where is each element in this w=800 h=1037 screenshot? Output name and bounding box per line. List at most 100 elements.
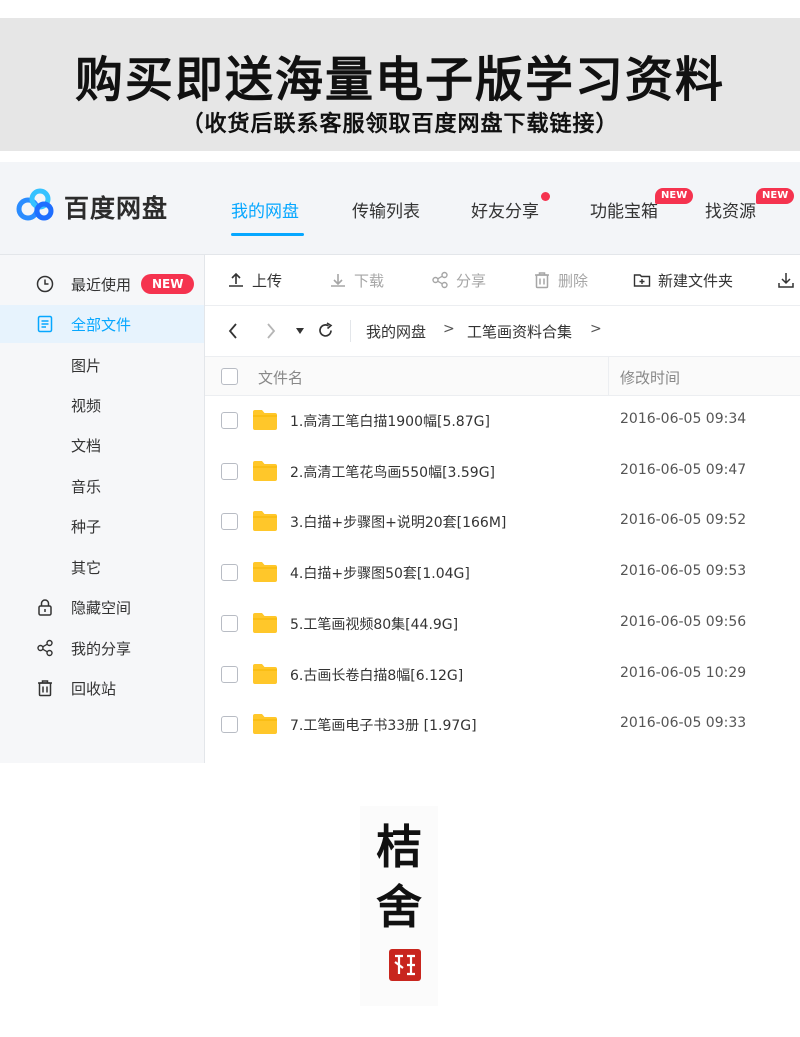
folder-icon xyxy=(253,663,277,684)
forward-arrow-icon[interactable] xyxy=(265,322,277,340)
lock-icon xyxy=(38,599,52,616)
file-modified-time: 2016-06-05 09:47 xyxy=(620,461,747,478)
sidebar-item-label: 文档 xyxy=(71,437,102,455)
select-all-checkbox[interactable] xyxy=(221,368,238,385)
back-arrow-icon[interactable] xyxy=(227,322,239,340)
sidebar-item-label: 我的分享 xyxy=(71,640,132,658)
column-header-modified[interactable]: 修改时间 xyxy=(620,367,680,388)
folder-icon xyxy=(253,612,277,633)
sidebar: 最近使用 NEW 全部文件 图片 视频 文档 音乐 种子 其它 隐藏空间 我的分… xyxy=(0,255,205,763)
file-name: 2.高清工笔花鸟画550幅[3.59G] xyxy=(290,464,496,481)
active-tab-indicator xyxy=(231,233,304,236)
promo-title: 购买即送海量电子版学习资料 xyxy=(74,52,725,108)
upload-label: 上传 xyxy=(252,272,283,290)
sidebar-item-label: 音乐 xyxy=(71,478,102,496)
sidebar-item-hidden-space[interactable]: 隐藏空间 xyxy=(0,588,204,626)
tab-friend-share[interactable]: 好友分享 xyxy=(471,197,539,222)
app-header: 百度网盘 我的网盘 传输列表 好友分享 功能宝箱 NEW 找资源 NEW xyxy=(0,162,800,255)
chevron-down-icon[interactable] xyxy=(295,327,305,335)
path-divider xyxy=(350,320,351,342)
seal-character: 舍 xyxy=(376,880,422,934)
share-label: 分享 xyxy=(456,272,487,290)
tab-find-resources[interactable]: 找资源 xyxy=(705,197,756,222)
breadcrumb-root[interactable]: 我的网盘 xyxy=(366,321,426,342)
sidebar-item-videos[interactable]: 视频 xyxy=(0,386,204,424)
table-row[interactable]: 7.工笔画电子书33册 [1.97G] 2016-06-05 09:33 xyxy=(205,699,800,749)
download-icon xyxy=(778,273,794,288)
row-checkbox[interactable] xyxy=(221,614,238,632)
seal-character: 桔 xyxy=(376,820,422,874)
sidebar-item-label: 回收站 xyxy=(71,680,117,698)
file-modified-time: 2016-06-05 09:52 xyxy=(620,512,747,529)
clock-icon xyxy=(36,275,54,293)
folder-icon xyxy=(253,460,277,481)
trash-icon xyxy=(38,680,52,697)
tab-toolbox[interactable]: 功能宝箱 xyxy=(590,197,658,222)
tab-transfer-list[interactable]: 传输列表 xyxy=(352,197,420,222)
breadcrumb-current[interactable]: 工笔画资料合集 xyxy=(467,321,572,342)
document-icon xyxy=(37,315,53,333)
share-icon xyxy=(432,271,448,289)
sidebar-item-my-share[interactable]: 我的分享 xyxy=(0,629,204,667)
sidebar-item-torrents[interactable]: 种子 xyxy=(0,507,204,545)
folder-icon xyxy=(253,511,277,532)
sidebar-item-label: 最近使用 xyxy=(71,276,132,294)
red-stamp-icon xyxy=(389,949,421,981)
sidebar-item-others[interactable]: 其它 xyxy=(0,548,204,586)
sidebar-item-recent[interactable]: 最近使用 NEW xyxy=(0,265,204,303)
table-row[interactable]: 3.白描+步骤图+说明20套[166M] 2016-06-05 09:52 xyxy=(205,496,800,546)
file-modified-time: 2016-06-05 10:29 xyxy=(620,664,747,681)
download-label: 下载 xyxy=(354,272,385,290)
table-row[interactable]: 5.工笔画视频80集[44.9G] 2016-06-05 09:56 xyxy=(205,598,800,648)
path-bar: 我的网盘 > 工笔画资料合集 > xyxy=(205,306,800,356)
baidu-netdisk-logo-icon xyxy=(16,188,54,221)
row-checkbox[interactable] xyxy=(221,564,238,582)
table-row[interactable]: 6.古画长卷白描8幅[6.12G] 2016-06-05 10:29 xyxy=(205,649,800,699)
row-checkbox[interactable] xyxy=(221,716,238,734)
sidebar-item-label: 隐藏空间 xyxy=(71,599,132,617)
column-divider xyxy=(608,357,609,395)
table-row[interactable]: 2.高清工笔花鸟画550幅[3.59G] 2016-06-05 09:47 xyxy=(205,446,800,496)
file-modified-time: 2016-06-05 09:56 xyxy=(620,613,747,630)
sidebar-item-label: 图片 xyxy=(71,357,102,375)
sidebar-item-recycle-bin[interactable]: 回收站 xyxy=(0,669,204,707)
file-name: 3.白描+步骤图+说明20套[166M] xyxy=(290,515,507,532)
sidebar-item-label: 其它 xyxy=(71,559,102,577)
sidebar-item-label: 全部文件 xyxy=(71,316,132,334)
promo-banner: 购买即送海量电子版学习资料 （收货后联系客服领取百度网盘下载链接） xyxy=(0,18,800,151)
row-checkbox[interactable] xyxy=(221,412,238,429)
table-row[interactable]: 4.白描+步骤图50套[1.04G] 2016-06-05 09:53 xyxy=(205,547,800,597)
file-toolbar: 上传 下载 分享 删除 新建文件夹 xyxy=(205,255,800,306)
file-name: 5.工笔画视频80集[44.9G] xyxy=(290,616,459,633)
row-checkbox[interactable] xyxy=(221,462,238,480)
sidebar-item-all-files[interactable]: 全部文件 xyxy=(0,305,204,343)
file-modified-time: 2016-06-05 09:33 xyxy=(620,715,747,732)
file-table-header: 文件名 修改时间 xyxy=(205,356,800,396)
new-folder-icon xyxy=(633,274,651,287)
file-name: 7.工笔画电子书33册 [1.97G] xyxy=(290,718,477,735)
find-resources-new-badge: NEW xyxy=(756,188,795,204)
table-row[interactable]: 1.高清工笔白描1900幅[5.87G] 2016-06-05 09:34 xyxy=(205,395,800,445)
sidebar-item-documents[interactable]: 文档 xyxy=(0,426,204,464)
row-checkbox[interactable] xyxy=(221,665,238,683)
share-icon xyxy=(37,639,53,657)
sidebar-item-music[interactable]: 音乐 xyxy=(0,467,204,505)
breadcrumb-separator: > xyxy=(443,321,455,337)
folder-icon xyxy=(253,714,277,735)
file-modified-time: 2016-06-05 09:53 xyxy=(620,563,747,580)
upload-icon xyxy=(229,272,243,287)
refresh-icon[interactable] xyxy=(317,322,334,339)
sidebar-item-label: 视频 xyxy=(71,397,102,415)
file-modified-time: 2016-06-05 09:34 xyxy=(620,411,747,427)
row-checkbox[interactable] xyxy=(221,513,238,531)
file-name: 4.白描+步骤图50套[1.04G] xyxy=(290,566,470,583)
promo-subtitle: （收货后联系客服领取百度网盘下载链接） xyxy=(181,112,619,137)
delete-label: 删除 xyxy=(558,272,589,290)
new-folder-label: 新建文件夹 xyxy=(658,272,734,290)
sidebar-item-label: 种子 xyxy=(71,518,102,536)
column-header-name[interactable]: 文件名 xyxy=(258,367,303,388)
sidebar-item-images[interactable]: 图片 xyxy=(0,346,204,384)
folder-icon xyxy=(253,562,277,583)
tab-my-netdisk[interactable]: 我的网盘 xyxy=(231,197,299,222)
folder-icon xyxy=(253,410,277,430)
